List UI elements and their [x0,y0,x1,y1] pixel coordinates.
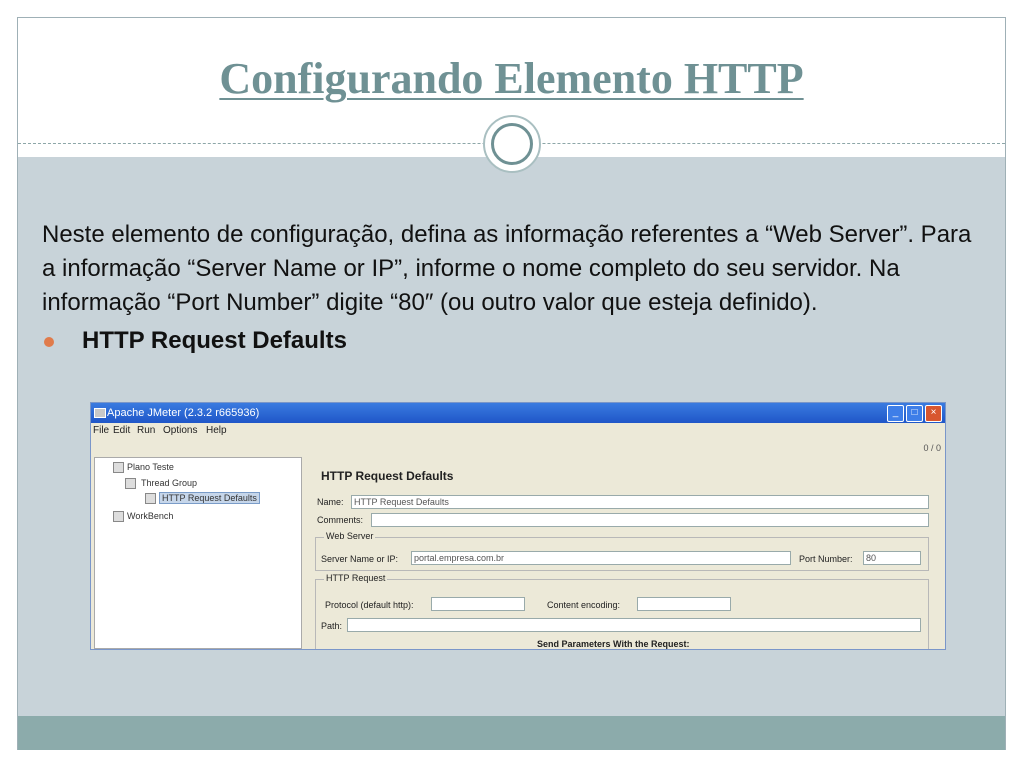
window-title: Apache JMeter (2.3.2 r665936) [107,407,260,419]
minimize-icon[interactable]: _ [887,405,904,422]
content-encoding-field[interactable] [637,597,731,611]
tree-item-workbench[interactable]: WorkBench [127,511,173,521]
menu-bar: File Edit Run Options Help [91,423,945,439]
maximize-icon[interactable]: □ [906,405,923,422]
menu-run[interactable]: Run [137,425,155,436]
protocol-field[interactable] [431,597,525,611]
window-titlebar: Apache JMeter (2.3.2 r665936) _ □ × [91,403,945,423]
bullet-dot-icon [44,337,54,347]
http-request-group-label: HTTP Request [324,573,388,583]
content-encoding-label: Content encoding: [547,600,621,610]
close-icon[interactable]: × [925,405,942,422]
protocol-label: Protocol (default http): [325,600,414,610]
test-tree: Plano Teste Thread Group HTTP Request De… [94,457,302,649]
bullet-heading: HTTP Request Defaults [82,327,347,354]
thread-group-icon [125,478,136,489]
comments-label: Comments: [317,515,364,525]
slide: Configurando Elemento HTTP HTTP Request … [17,17,1006,750]
menu-edit[interactable]: Edit [113,425,130,436]
tree-item-thread-group[interactable]: Thread Group [141,478,197,488]
port-number-field[interactable]: 80 [863,551,921,565]
tree-item-http-request-defaults[interactable]: HTTP Request Defaults [159,492,260,504]
ring-ornament-icon [483,115,541,173]
slide-title: Configurando Elemento HTTP [219,54,804,103]
thread-counter: 0 / 0 [923,443,941,453]
comments-field[interactable] [371,513,929,527]
path-field[interactable] [347,618,921,632]
test-plan-icon [113,462,124,473]
tree-item-plano-teste[interactable]: Plano Teste [127,462,174,472]
jmeter-window: Apache JMeter (2.3.2 r665936) _ □ × File… [90,402,946,650]
bullet-paragraph: Neste elemento de configuração, defina a… [42,218,987,320]
port-number-label: Port Number: [799,554,853,564]
path-label: Path: [321,621,343,631]
paragraph-text: Neste elemento de configuração, defina a… [42,221,972,316]
menu-help[interactable]: Help [206,425,227,436]
server-name-label: Server Name or IP: [321,554,399,564]
panel-heading: HTTP Request Defaults [321,469,454,483]
bottom-bar [18,716,1005,750]
web-server-group-label: Web Server [324,531,376,541]
app-icon [94,408,106,418]
menu-options[interactable]: Options [163,425,197,436]
send-parameters-label: Send Parameters With the Request: [537,639,690,649]
name-label: Name: [317,497,344,507]
workbench-icon [113,511,124,522]
name-field[interactable]: HTTP Request Defaults [351,495,929,509]
menu-file[interactable]: File [93,425,109,436]
config-icon [145,493,156,504]
server-name-field[interactable]: portal.empresa.com.br [411,551,791,565]
config-panel: HTTP Request Defaults Name: HTTP Request… [307,457,945,649]
